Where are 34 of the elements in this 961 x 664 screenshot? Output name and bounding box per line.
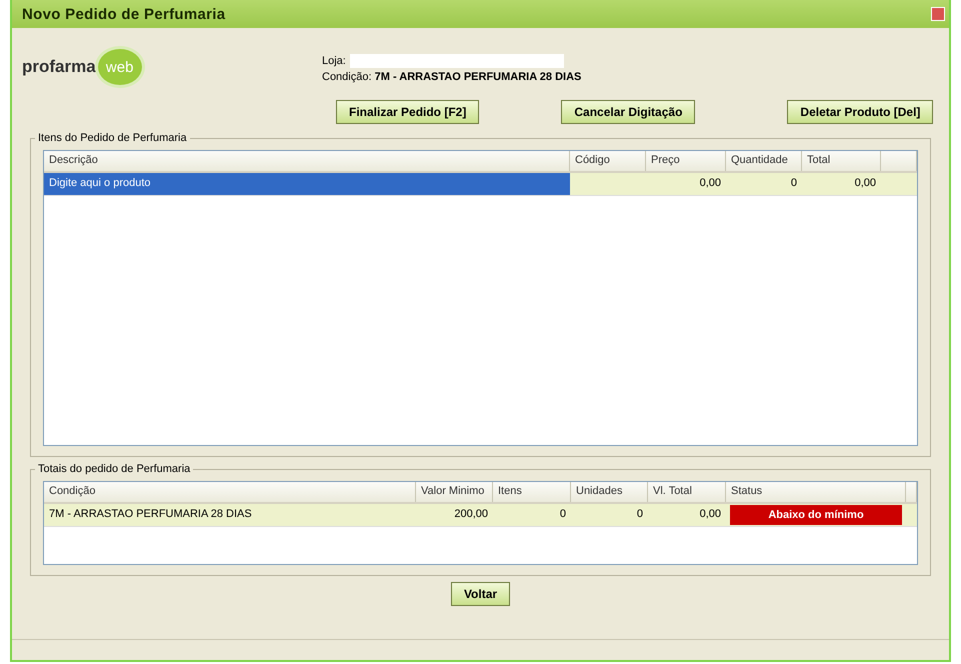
group-legend: Itens do Pedido de Perfumaria bbox=[35, 132, 190, 144]
status-badge: Abaixo do mínimo bbox=[730, 505, 902, 525]
table-cell-text: 0 bbox=[558, 507, 567, 522]
column-header[interactable]: Total bbox=[802, 151, 881, 171]
column-header[interactable]: Itens bbox=[493, 482, 571, 502]
table-cell-text: 0,00 bbox=[854, 176, 877, 191]
table-cell-text: 7M - ARRASTAO PERFUMARIA 28 DIAS bbox=[48, 507, 253, 522]
action-button[interactable]: Cancelar Digitação bbox=[561, 100, 696, 124]
table-cell-text: 0 bbox=[790, 176, 798, 191]
table-cell[interactable]: Digite aqui o produto bbox=[44, 173, 570, 195]
column-header[interactable]: Unidades bbox=[571, 482, 648, 502]
window-title: Novo Pedido de Perfumaria bbox=[22, 6, 226, 22]
table-cell-text: 200,00 bbox=[453, 507, 489, 522]
table-cell-text: 0 bbox=[636, 507, 644, 522]
close-icon[interactable] bbox=[931, 7, 945, 21]
logo-badge: web bbox=[98, 49, 142, 85]
table-cell-text: 0,00 bbox=[698, 176, 722, 191]
action-button[interactable]: Finalizar Pedido [F2] bbox=[336, 100, 480, 124]
store-field[interactable] bbox=[350, 54, 564, 68]
group-legend: Totais do pedido de Perfumaria bbox=[35, 463, 194, 475]
condition-text: Condição: 7M - ARRASTAO PERFUMARIA 28 DIAS bbox=[322, 71, 582, 83]
back-button[interactable]: Voltar bbox=[450, 582, 510, 606]
table-cell-text: 0,00 bbox=[698, 507, 722, 522]
logo-text: profarma bbox=[22, 57, 96, 77]
column-header[interactable]: Descrição bbox=[44, 151, 570, 171]
action-button[interactable]: Deletar Produto [Del] bbox=[787, 100, 934, 124]
column-header[interactable]: Vl. Total bbox=[648, 482, 726, 502]
column-header[interactable]: Quantidade bbox=[726, 151, 802, 171]
store-label: Loja: bbox=[322, 55, 346, 67]
column-header[interactable]: Código bbox=[570, 151, 646, 171]
column-header[interactable]: Valor Minimo bbox=[416, 482, 493, 502]
column-header[interactable]: Condição bbox=[44, 482, 416, 502]
column-header[interactable]: Preço bbox=[646, 151, 726, 171]
column-header[interactable]: Status bbox=[726, 482, 906, 502]
